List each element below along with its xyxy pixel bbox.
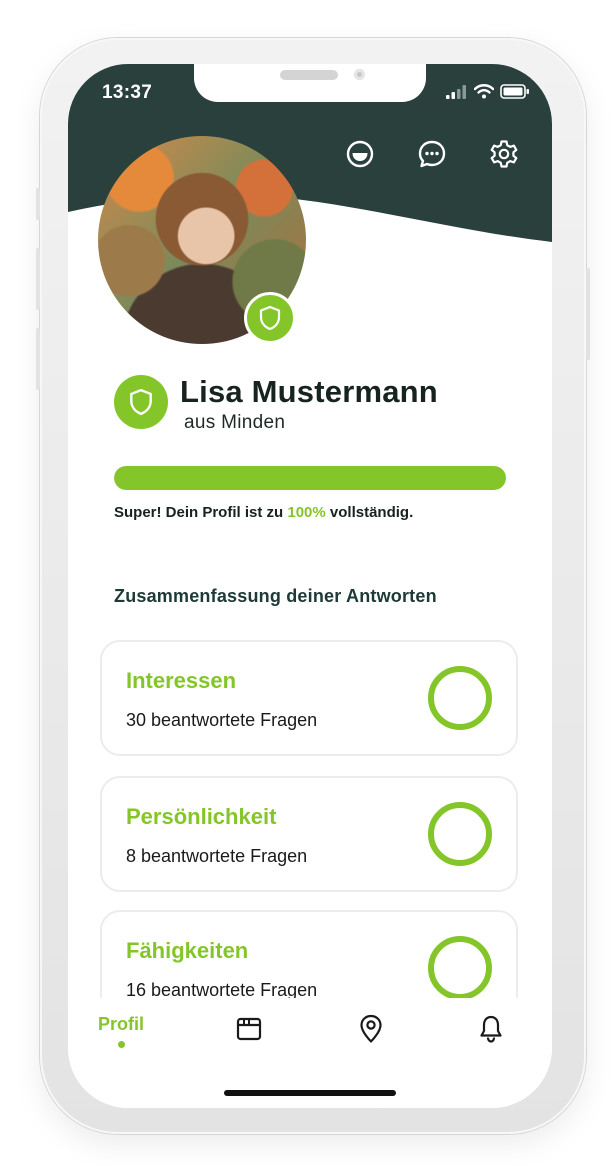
browser-icon [236,1017,262,1041]
front-camera [354,69,365,80]
shield-icon [130,388,152,416]
status-icons [446,84,530,99]
notch [194,64,426,102]
signal-icon [446,85,466,99]
progress-value: 100% [287,504,326,521]
profile-progress-fill [114,466,506,490]
progress-ring [428,936,492,1000]
summary-card-persoenlichkeit[interactable]: Persönlichkeit 8 beantwortete Fragen [100,776,518,892]
volume-up-button [36,248,40,310]
gear-icon[interactable] [488,138,520,170]
tab-notifications[interactable] [478,1014,504,1044]
verified-badge [244,292,296,344]
face-icon[interactable] [344,138,376,170]
tab-profil[interactable]: Profil [98,1014,144,1048]
shield-icon [259,305,281,331]
bell-icon [480,1015,502,1043]
app-screen: 13:37 Lisa Mustermann aus Minden Super! … [68,64,552,1108]
summary-card-interessen[interactable]: Interessen 30 beantwortete Fragen [100,640,518,756]
status-time: 13:37 [102,82,153,103]
summary-title: Zusammenfassung deiner Antworten [114,586,437,606]
card-title: Persönlichkeit [126,804,277,829]
mute-switch [36,188,40,220]
progress-prefix: Super! Dein Profil ist zu [114,504,288,521]
tab-profil-label: Profil [98,1014,145,1034]
progress-ring [428,802,492,866]
progress-suffix: vollständig. [325,504,414,521]
card-title: Interessen [126,668,237,693]
power-button [586,268,590,360]
volume-down-button [36,328,40,390]
profile-name: Lisa Mustermann [180,374,438,409]
tab-browser[interactable] [236,1016,262,1042]
chat-icon[interactable] [416,138,448,170]
card-title: Fähigkeiten [126,938,249,963]
battery-icon [500,84,529,99]
profile-progress-text: Super! Dein Profil ist zu 100% vollständ… [114,504,413,521]
progress-ring [428,666,492,730]
profile-progress-bar [114,466,506,490]
home-indicator[interactable] [224,1090,396,1096]
card-subtitle: 8 beantwortete Fragen [126,846,308,866]
verified-name-badge [114,375,168,429]
location-pin-icon [360,1014,382,1043]
profile-location: aus Minden [184,412,286,433]
card-subtitle: 30 beantwortete Fragen [126,710,318,730]
wifi-icon [474,84,494,99]
speaker [280,70,338,80]
tab-location[interactable] [358,1014,384,1044]
active-indicator [117,1041,125,1048]
